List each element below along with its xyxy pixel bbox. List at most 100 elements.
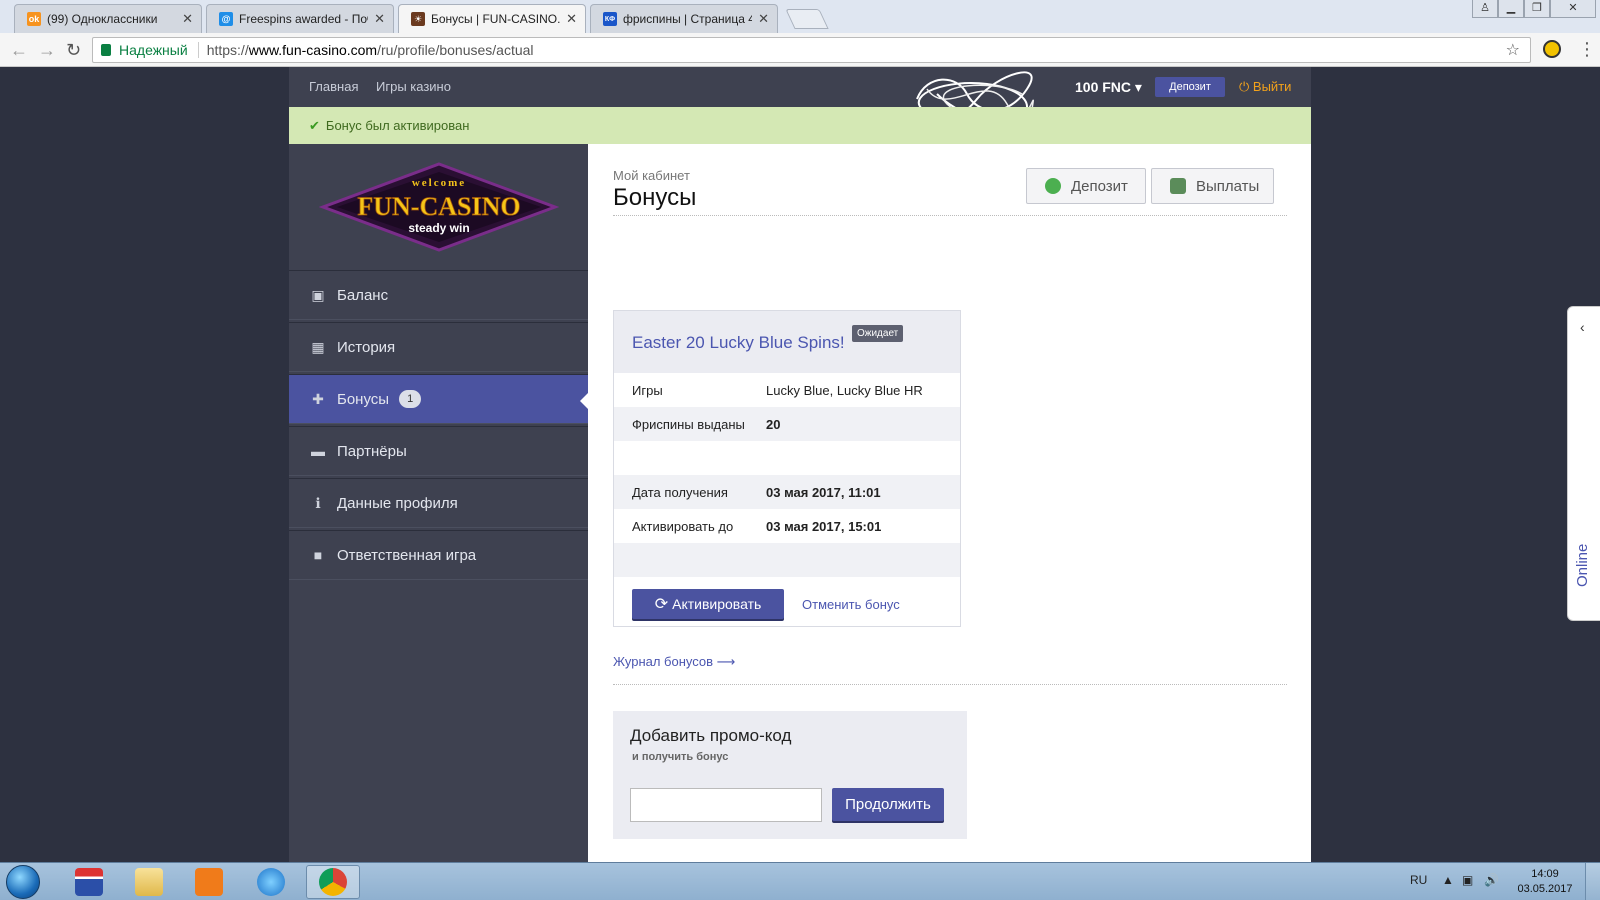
browser-tab[interactable]: КФ фриспины | Страница 4 ✕ xyxy=(590,4,778,33)
system-clock[interactable]: 14:09 03.05.2017 xyxy=(1510,867,1580,897)
taskbar-app-save[interactable] xyxy=(62,865,116,899)
banknote-icon: ▣ xyxy=(311,286,325,303)
bonus-journal-link[interactable]: Журнал бонусов ⟶ xyxy=(613,654,735,670)
taskbar-app-media[interactable] xyxy=(182,865,236,899)
odnoklassniki-icon: ok xyxy=(27,12,41,26)
fun-casino-logo[interactable]: welcome FUN-CASINO steady win xyxy=(319,160,559,254)
status-badge: Ожидает xyxy=(852,325,904,342)
tab-title: (99) Одноклассники xyxy=(47,12,158,26)
alert-text: Бонус был активирован xyxy=(325,118,470,133)
bonus-card: Easter 20 Lucky Blue Spins! Ожидает Игры… xyxy=(613,310,961,627)
extension-icon[interactable] xyxy=(1543,40,1561,58)
chevron-left-icon[interactable]: ‹ xyxy=(1580,319,1585,335)
nav-home[interactable]: Главная xyxy=(309,79,358,94)
browser-tab[interactable]: ok (99) Одноклассники ✕ xyxy=(14,4,202,33)
main-content: Мой кабинет Бонусы Депозит Выплаты Easte… xyxy=(588,144,1311,862)
browser-tab-active[interactable]: ☀ Бонусы | FUN-CASINO.C ✕ xyxy=(398,4,586,33)
forum-icon: КФ xyxy=(603,12,617,26)
bonus-row-activate-until: Активировать до 03 мая 2017, 15:01 xyxy=(632,518,882,534)
success-alert: ✔ Бонус был активирован xyxy=(289,107,1311,144)
briefcase-icon: ▬ xyxy=(311,443,325,459)
online-chat-widget[interactable]: ‹ Online xyxy=(1567,306,1600,621)
taskbar-app-ie[interactable] xyxy=(244,865,298,899)
sidebar-item-label: Данные профиля xyxy=(337,494,458,512)
top-deposit-button[interactable]: Депозит xyxy=(1155,77,1225,97)
page-title: Бонусы xyxy=(613,184,697,211)
payouts-button[interactable]: Выплаты xyxy=(1151,168,1274,204)
forward-icon[interactable]: → xyxy=(38,39,56,61)
svg-text:welcome: welcome xyxy=(412,177,466,189)
minimize-icon[interactable]: ▁ xyxy=(1498,0,1524,18)
address-bar[interactable]: Надежный https://www.fun-casino.com/ru/p… xyxy=(92,37,1531,63)
profile-icon[interactable]: ♙ xyxy=(1472,0,1498,18)
plus-circle-icon xyxy=(1045,178,1061,194)
sidebar-item-label: История xyxy=(337,338,396,356)
tray-arrow-icon[interactable]: ▲ xyxy=(1442,873,1454,887)
network-icon[interactable]: ▣ xyxy=(1462,873,1473,887)
lock-icon xyxy=(101,44,111,56)
promo-title: Добавить промо-код xyxy=(630,726,792,745)
power-icon: ⏻ xyxy=(1239,79,1250,94)
window-controls: ♙ ▁ ❐ ✕ xyxy=(1472,0,1596,20)
bonus-row-spacer xyxy=(614,543,960,577)
bonus-card-header: Easter 20 Lucky Blue Spins! Ожидает xyxy=(614,311,960,373)
floppy-icon xyxy=(75,868,103,896)
nav-casino-games[interactable]: Игры казино xyxy=(376,79,451,94)
deposit-button[interactable]: Депозит xyxy=(1026,168,1146,204)
promo-code-input[interactable] xyxy=(630,788,822,822)
taskbar-app-chrome[interactable] xyxy=(306,865,360,899)
divider xyxy=(613,684,1287,685)
url-text: https://www.fun-casino.com/ru/profile/bo… xyxy=(206,42,534,58)
bonus-count-badge: 1 xyxy=(399,390,422,408)
sidebar-item-balance[interactable]: ▣ Баланс xyxy=(289,270,588,320)
bonus-row-games: Игры Lucky Blue, Lucky Blue HR xyxy=(632,382,923,398)
sidebar-item-label: Бонусы xyxy=(337,390,390,408)
calendar-icon: ▦ xyxy=(311,338,325,355)
sidebar-item-history[interactable]: ▦ История xyxy=(289,322,588,372)
bonus-title: Easter 20 Lucky Blue Spins! xyxy=(632,333,845,352)
bonus-row-freespins: Фриспины выданы 20 xyxy=(614,407,960,441)
sidebar-item-profile[interactable]: ℹ Данные профиля xyxy=(289,478,588,528)
browser-menu-icon[interactable]: ⋮ xyxy=(1578,39,1596,59)
cancel-bonus-link[interactable]: Отменить бонус xyxy=(802,597,900,612)
bonus-card-footer: ⟳ Активировать Отменить бонус xyxy=(614,589,960,627)
gift-icon: ✚ xyxy=(312,390,324,407)
folder-icon xyxy=(135,868,163,896)
tab-close-icon[interactable]: ✕ xyxy=(374,11,385,27)
back-icon[interactable]: ← xyxy=(10,39,28,61)
top-navigation: Главная Игры казино 100 FNC ▾ Депозит ⏻ … xyxy=(289,67,1311,127)
language-indicator[interactable]: RU xyxy=(1410,873,1427,887)
sidebar-item-label: Ответственная игра xyxy=(337,546,477,564)
breadcrumb[interactable]: Мой кабинет xyxy=(613,168,690,183)
sidebar-item-bonuses[interactable]: ✚ Бонусы 1 xyxy=(289,374,589,424)
close-window-icon[interactable]: ✕ xyxy=(1550,0,1596,18)
show-desktop-button[interactable] xyxy=(1585,863,1600,900)
sidebar-item-responsible-gaming[interactable]: ■ Ответственная игра xyxy=(289,530,588,580)
sidebar-item-label: Баланс xyxy=(337,286,389,304)
browser-tabbar: ok (99) Одноклассники ✕ @ Freespins awar… xyxy=(0,0,1600,33)
logout-link[interactable]: ⏻ Выйти xyxy=(1239,79,1291,95)
promo-submit-button[interactable]: Продолжить xyxy=(832,788,944,821)
info-icon: ℹ xyxy=(315,494,321,511)
maximize-icon[interactable]: ❐ xyxy=(1524,0,1550,18)
tab-title: Бонусы | FUN-CASINO.C xyxy=(431,12,561,26)
tab-close-icon[interactable]: ✕ xyxy=(566,11,577,27)
svg-text:FUN-CASINO: FUN-CASINO xyxy=(357,192,520,221)
activate-button[interactable]: ⟳ Активировать xyxy=(632,589,784,619)
sidebar-item-partners[interactable]: ▬ Партнёры xyxy=(289,426,588,476)
browser-tab[interactable]: @ Freespins awarded - Поч ✕ xyxy=(206,4,394,33)
secure-label: Надежный xyxy=(119,42,199,58)
taskbar-app-explorer[interactable] xyxy=(122,865,176,899)
bookmark-star-icon[interactable]: ☆ xyxy=(1506,40,1520,60)
site-container: Главная Игры казино 100 FNC ▾ Депозит ⏻ … xyxy=(289,67,1311,862)
tab-close-icon[interactable]: ✕ xyxy=(758,11,769,27)
volume-icon[interactable]: 🔊 xyxy=(1484,873,1499,887)
tab-close-icon[interactable]: ✕ xyxy=(182,11,193,27)
svg-text:steady win: steady win xyxy=(408,221,469,235)
new-tab-button[interactable] xyxy=(785,9,829,29)
start-button[interactable] xyxy=(6,865,40,899)
tab-title: Freespins awarded - Поч xyxy=(239,12,369,26)
chrome-icon xyxy=(319,868,347,896)
balance-dropdown[interactable]: 100 FNC ▾ xyxy=(1075,79,1142,96)
reload-icon[interactable]: ↻ xyxy=(66,39,81,61)
